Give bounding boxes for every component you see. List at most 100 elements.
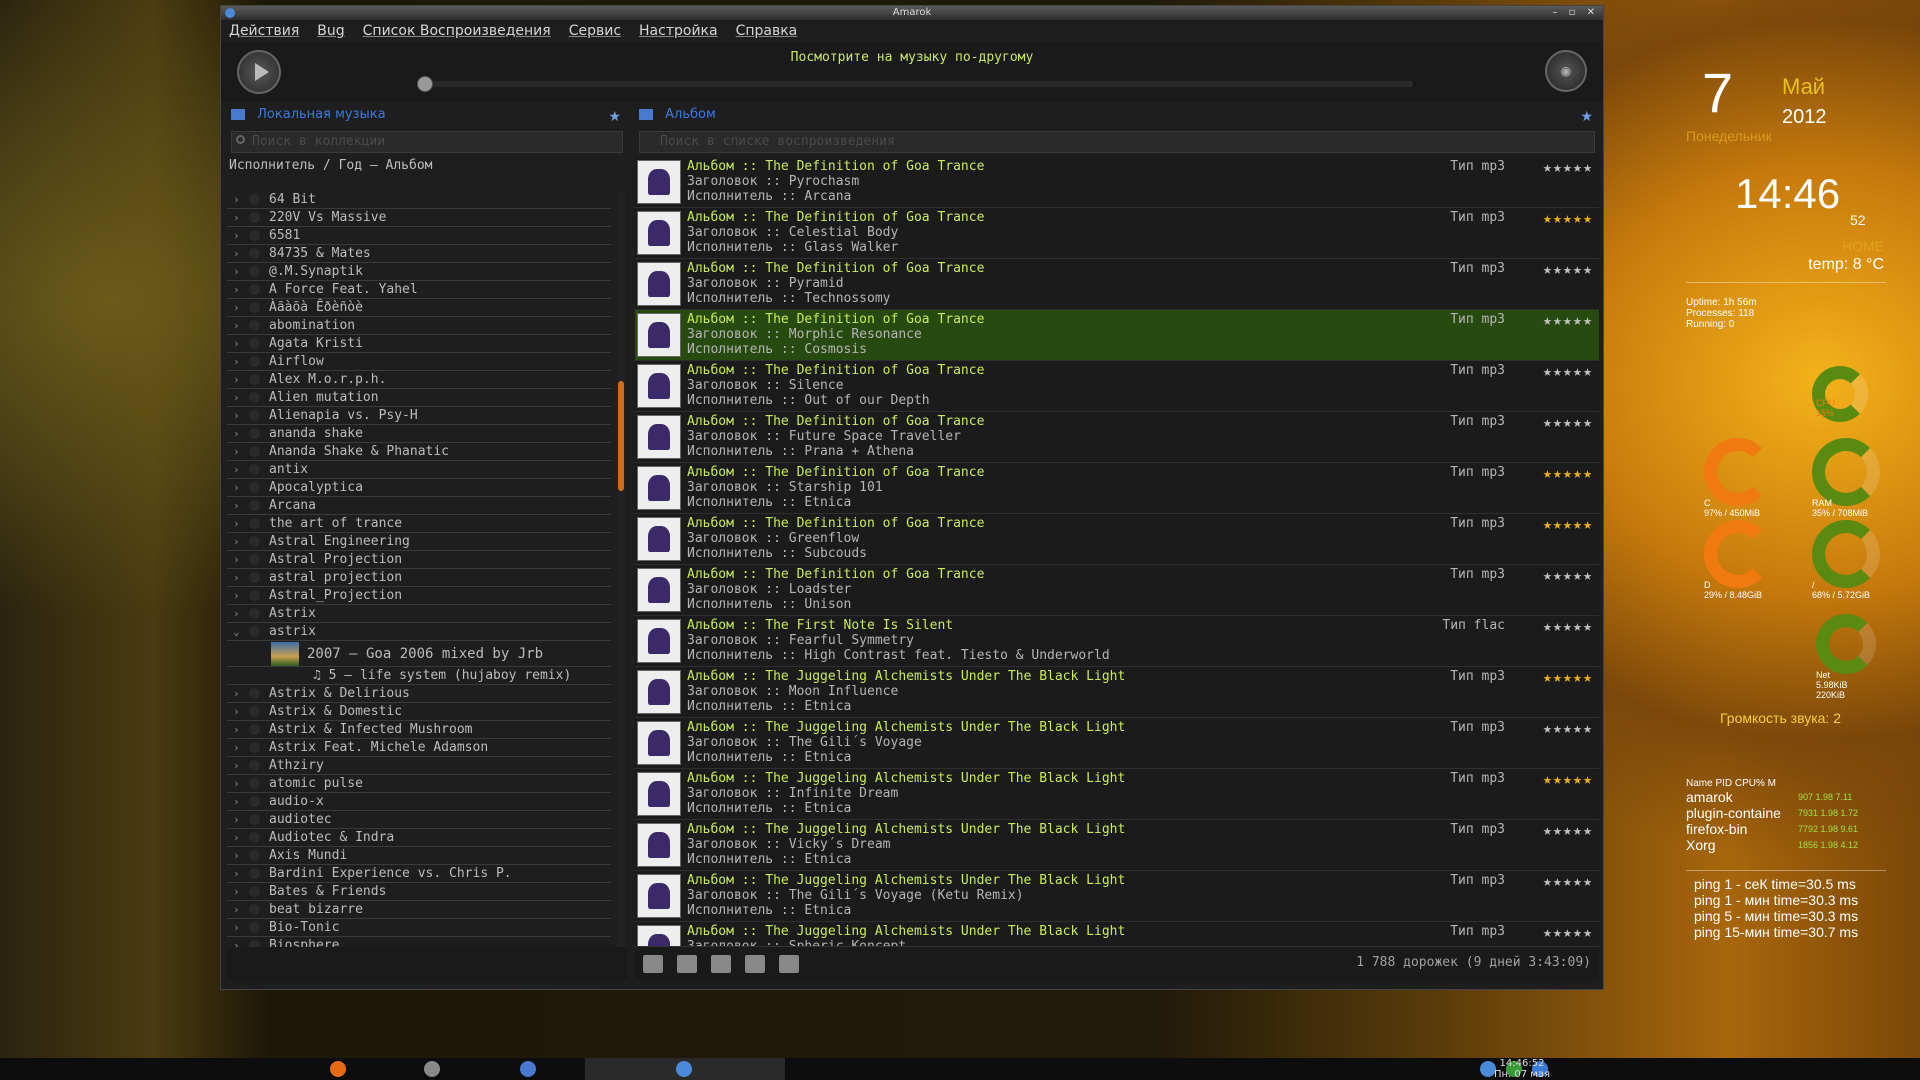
export-icon[interactable] bbox=[745, 955, 765, 973]
tree-item[interactable]: › Agata Kristi bbox=[227, 335, 611, 353]
tree-item[interactable]: › Astrix bbox=[227, 605, 611, 623]
expand-icon[interactable]: › bbox=[233, 721, 240, 739]
collection-search-input[interactable]: Поиск в коллекции bbox=[231, 131, 623, 153]
expand-icon[interactable]: › bbox=[233, 263, 240, 281]
menu-bug[interactable]: Bug bbox=[317, 20, 344, 42]
expand-icon[interactable]: › bbox=[233, 479, 240, 497]
expand-icon[interactable]: › bbox=[233, 551, 240, 569]
tree-item[interactable]: › Alex M.o.r.p.h. bbox=[227, 371, 611, 389]
expand-icon[interactable]: › bbox=[233, 461, 240, 479]
expand-icon[interactable]: › bbox=[233, 865, 240, 883]
tree-item[interactable]: › Arcana bbox=[227, 497, 611, 515]
tree-item[interactable]: › Astral_Projection bbox=[227, 587, 611, 605]
title-bar[interactable]: Amarok – ▫ ✕ bbox=[221, 6, 1603, 20]
playlist-track[interactable]: Альбом :: The Definition of Goa Trance За… bbox=[635, 463, 1599, 514]
tree-item[interactable]: › 64 Bit bbox=[227, 191, 611, 209]
expand-icon[interactable]: › bbox=[233, 515, 240, 533]
tree-item[interactable]: › audio-x bbox=[227, 793, 611, 811]
tree-item[interactable]: › the art of trance bbox=[227, 515, 611, 533]
rating-stars[interactable]: ★★★★★ bbox=[1543, 311, 1593, 329]
expand-icon[interactable]: › bbox=[233, 739, 240, 757]
collection-breadcrumb[interactable]: Локальная музыка ★ bbox=[227, 105, 627, 125]
expand-icon[interactable]: › bbox=[233, 389, 240, 407]
playlist-icon[interactable] bbox=[639, 109, 653, 120]
tree-item[interactable]: ⌄ astrix bbox=[227, 623, 611, 641]
rating-stars[interactable]: ★★★★★ bbox=[1543, 209, 1593, 227]
expand-icon[interactable]: ⌄ bbox=[233, 623, 240, 641]
playlist-track[interactable]: Альбом :: The Definition of Goa Trance За… bbox=[635, 565, 1599, 616]
rating-stars[interactable]: ★★★★★ bbox=[1543, 362, 1593, 380]
expand-icon[interactable]: › bbox=[233, 793, 240, 811]
tree-item[interactable]: › Alienapia vs. Psy-H bbox=[227, 407, 611, 425]
expand-icon[interactable]: › bbox=[233, 227, 240, 245]
tree-item[interactable]: › Bio-Tonic bbox=[227, 919, 611, 937]
expand-icon[interactable]: › bbox=[233, 883, 240, 901]
tree-item[interactable]: › 6581 bbox=[227, 227, 611, 245]
expand-icon[interactable]: › bbox=[233, 829, 240, 847]
playlist-track[interactable]: Альбом :: The Definition of Goa Trance За… bbox=[635, 514, 1599, 565]
playlist-track[interactable]: Альбом :: The Definition of Goa Trance За… bbox=[635, 310, 1599, 361]
rating-stars[interactable]: ★★★★★ bbox=[1543, 821, 1593, 839]
tree-item[interactable]: › Athziry bbox=[227, 757, 611, 775]
expand-icon[interactable]: › bbox=[233, 335, 240, 353]
tree-item[interactable]: › A Force Feat. Yahel bbox=[227, 281, 611, 299]
playlist[interactable]: Альбом :: The Definition of Goa Trance За… bbox=[635, 157, 1599, 973]
collection-tree[interactable]: › 64 Bit › 220V Vs Massive › 6581 › 84735 & Mat… bbox=[227, 191, 611, 971]
rating-stars[interactable]: ★★★★★ bbox=[1543, 260, 1593, 278]
rating-stars[interactable]: ★★★★★ bbox=[1543, 770, 1593, 788]
rating-stars[interactable]: ★★★★★ bbox=[1543, 413, 1593, 431]
rating-stars[interactable]: ★★★★★ bbox=[1543, 668, 1593, 686]
undo-icon[interactable] bbox=[711, 955, 731, 973]
tree-item[interactable]: › ananda shake bbox=[227, 425, 611, 443]
tree-item[interactable]: › @.M.Synaptik bbox=[227, 263, 611, 281]
window-buttons[interactable]: – ▫ ✕ bbox=[1552, 6, 1599, 20]
expand-icon[interactable]: › bbox=[233, 209, 240, 227]
rating-stars[interactable]: ★★★★★ bbox=[1543, 158, 1593, 176]
chat-icon[interactable] bbox=[520, 1061, 536, 1077]
tools-icon[interactable] bbox=[424, 1061, 440, 1077]
expand-icon[interactable]: › bbox=[233, 443, 240, 461]
expand-icon[interactable]: › bbox=[233, 703, 240, 721]
save-playlist-icon[interactable] bbox=[677, 955, 697, 973]
menu-help[interactable]: Справка bbox=[736, 20, 798, 42]
album-item[interactable]: 2007 – Goa 2006 mixed by Jrb bbox=[227, 641, 611, 667]
tree-item[interactable]: › Astrix & Infected Mushroom bbox=[227, 721, 611, 739]
tree-item[interactable]: › Bates & Friends bbox=[227, 883, 611, 901]
expand-icon[interactable]: › bbox=[233, 281, 240, 299]
tree-item[interactable]: › atomic pulse bbox=[227, 775, 611, 793]
expand-icon[interactable]: › bbox=[233, 919, 240, 937]
expand-icon[interactable]: › bbox=[233, 299, 240, 317]
playlist-track[interactable]: Альбом :: The Definition of Goa Trance За… bbox=[635, 361, 1599, 412]
expand-icon[interactable]: › bbox=[233, 533, 240, 551]
rating-stars[interactable]: ★★★★★ bbox=[1543, 515, 1593, 533]
rating-stars[interactable]: ★★★★★ bbox=[1543, 719, 1593, 737]
rating-stars[interactable]: ★★★★★ bbox=[1543, 566, 1593, 584]
tree-item[interactable]: › Airflow bbox=[227, 353, 611, 371]
playlist-crumb-label[interactable]: Альбом bbox=[665, 107, 716, 122]
tree-item[interactable]: › Audiotec & Indra bbox=[227, 829, 611, 847]
tree-item[interactable]: › beat bizarre bbox=[227, 901, 611, 919]
tree-item[interactable]: › Astrix Feat. Michele Adamson bbox=[227, 739, 611, 757]
tree-item[interactable]: › Alien mutation bbox=[227, 389, 611, 407]
expand-icon[interactable]: › bbox=[233, 353, 240, 371]
home-icon[interactable] bbox=[231, 109, 245, 120]
playlist-track[interactable]: Альбом :: The Definition of Goa Trance За… bbox=[635, 208, 1599, 259]
taskbar-clock[interactable]: 14:46:52 Пн. 07 мая bbox=[1494, 1058, 1550, 1080]
rating-stars[interactable]: ★★★★★ bbox=[1543, 464, 1593, 482]
menu-settings[interactable]: Настройка bbox=[639, 20, 718, 42]
expand-icon[interactable]: › bbox=[233, 191, 240, 209]
playlist-track[interactable]: Альбом :: The Juggeling Alchemists Under… bbox=[635, 667, 1599, 718]
playlist-search-input[interactable]: Поиск в списке воспроизведения bbox=[639, 131, 1595, 153]
rating-stars[interactable]: ★★★★★ bbox=[1543, 617, 1593, 635]
expand-icon[interactable]: › bbox=[233, 605, 240, 623]
track-item[interactable]: ♫ 5 – life system (hujaboy remix) bbox=[227, 667, 611, 685]
tree-item[interactable]: › Astral Projection bbox=[227, 551, 611, 569]
playlist-track[interactable]: Альбом :: The Juggeling Alchemists Under… bbox=[635, 718, 1599, 769]
bookmark-icon[interactable]: ★ bbox=[608, 107, 621, 127]
slider-knob[interactable] bbox=[417, 76, 433, 92]
tree-item[interactable]: › Apocalyptica bbox=[227, 479, 611, 497]
layout-icon[interactable] bbox=[779, 955, 799, 973]
bookmark-icon[interactable]: ★ bbox=[1580, 107, 1593, 127]
sort-selector[interactable]: Исполнитель / Год – Альбом bbox=[227, 157, 627, 175]
tree-item[interactable]: › abomination bbox=[227, 317, 611, 335]
